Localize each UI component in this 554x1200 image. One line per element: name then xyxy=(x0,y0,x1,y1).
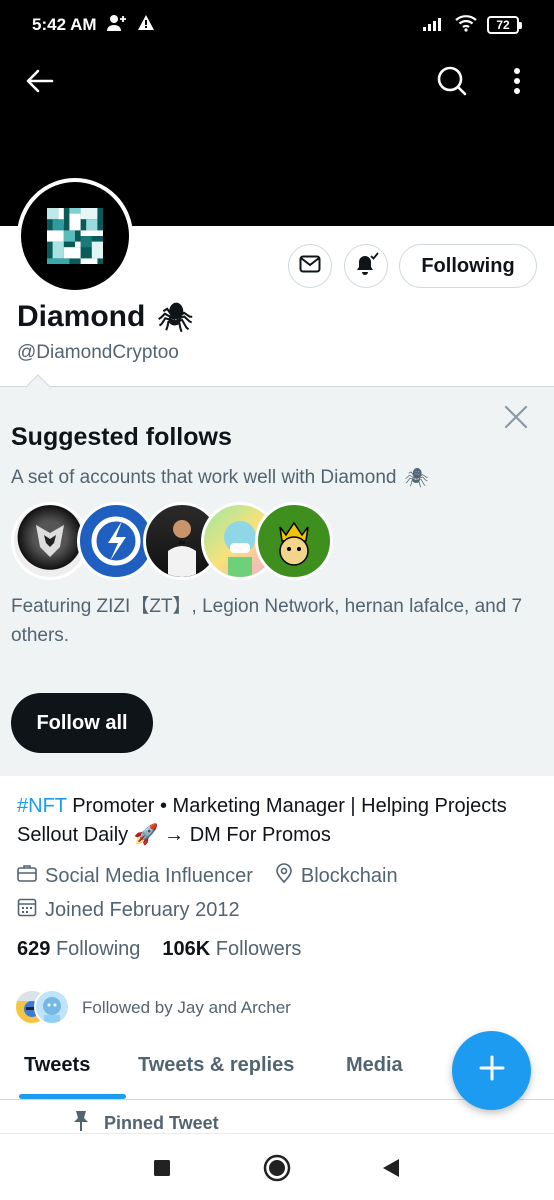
archer-avatar xyxy=(34,989,70,1025)
nft-hashtag-link[interactable]: #NFT xyxy=(17,795,67,817)
battery-tip xyxy=(519,21,522,29)
featuring-text: Featuring ZIZI【ZT】, Legion Network, hern… xyxy=(11,596,523,646)
following-label: Following xyxy=(55,938,141,960)
battery-icon: 72 xyxy=(487,16,522,34)
profile-category: Social Media Influencer xyxy=(45,864,253,887)
signal-icon xyxy=(423,15,445,36)
card-pointer xyxy=(25,374,51,400)
pinned-tweet-text: Pinned Tweet xyxy=(104,1113,219,1133)
display-name-text: Diamond xyxy=(17,300,146,333)
followers-count: 106K xyxy=(162,938,211,960)
alert-triangle-icon xyxy=(137,14,155,36)
followed-by[interactable]: Followed by Jay and Archer xyxy=(14,989,291,1027)
tab-tweets[interactable]: Tweets xyxy=(24,1054,90,1077)
search-icon[interactable] xyxy=(430,59,474,103)
system-nav-bar xyxy=(0,1133,554,1200)
spider-emoji: 🕷 xyxy=(157,301,193,333)
followers-count-link[interactable]: 106K Followers xyxy=(162,938,301,961)
location-pin-icon xyxy=(275,863,293,889)
mail-icon xyxy=(299,255,321,278)
plus-icon xyxy=(478,1054,506,1087)
bell-subscribed-icon xyxy=(353,251,379,281)
pixel-avatar-image xyxy=(47,208,103,264)
display-name: Diamond 🕷 xyxy=(17,300,193,334)
followed-by-avatars xyxy=(14,989,72,1027)
briefcase-icon xyxy=(17,864,37,888)
following-count-link[interactable]: 629 Following xyxy=(17,938,140,961)
user-handle: @DiamondCryptoo xyxy=(17,342,179,363)
following-count: 629 xyxy=(17,938,51,960)
wifi-icon xyxy=(455,14,477,37)
spider-emoji: 🕷 xyxy=(404,468,429,489)
message-button[interactable] xyxy=(288,244,332,288)
active-tab-indicator xyxy=(19,1094,126,1099)
status-left: 5:42 AM xyxy=(32,14,155,37)
home-circle-icon[interactable] xyxy=(260,1151,294,1185)
profile-meta-row: Social Media Influencer Blockchain xyxy=(17,861,398,891)
system-back-icon[interactable] xyxy=(374,1151,408,1185)
person-add-icon xyxy=(106,14,127,37)
compose-tweet-button[interactable] xyxy=(452,1031,531,1110)
suggested-follows-subtitle: A set of accounts that work well with Di… xyxy=(11,466,429,490)
followed-by-text: Followed by Jay and Archer xyxy=(82,998,291,1017)
suggested-follows-title: Suggested follows xyxy=(11,423,232,451)
followers-label: Followers xyxy=(215,938,302,960)
status-right: 72 xyxy=(423,14,522,37)
profile-location: Blockchain xyxy=(300,864,398,887)
profile-avatar[interactable] xyxy=(17,178,133,294)
follow-stats: 629 Following 106K Followers xyxy=(17,938,301,961)
following-button[interactable]: Following xyxy=(399,244,537,288)
follow-all-button[interactable]: Follow all xyxy=(11,693,153,753)
back-arrow-icon[interactable] xyxy=(18,59,62,103)
profile-joined-row: Joined February 2012 xyxy=(17,895,240,925)
battery-level: 72 xyxy=(487,16,519,34)
king-avatar xyxy=(255,502,333,580)
tab-tweets-replies[interactable]: Tweets & replies xyxy=(138,1054,294,1077)
notifications-button[interactable] xyxy=(344,244,388,288)
status-time: 5:42 AM xyxy=(32,15,97,34)
subtitle-text: A set of accounts that work well with Di… xyxy=(11,467,397,488)
profile-bio: #NFT Promoter • Marketing Manager | Help… xyxy=(17,792,542,850)
bio-text: Promoter • Marketing Manager | Helping P… xyxy=(17,795,507,846)
joined-date: Joined February 2012 xyxy=(45,898,240,921)
suggested-avatars[interactable] xyxy=(11,502,341,582)
more-vertical-icon[interactable] xyxy=(495,59,539,103)
status-bar: 5:42 AM 72 xyxy=(0,0,554,50)
recent-apps-icon[interactable] xyxy=(145,1151,179,1185)
tab-media[interactable]: Media xyxy=(346,1054,403,1077)
suggested-follows-card: Suggested follows A set of accounts that… xyxy=(0,374,554,776)
calendar-icon xyxy=(17,897,37,923)
close-icon[interactable] xyxy=(500,401,532,433)
